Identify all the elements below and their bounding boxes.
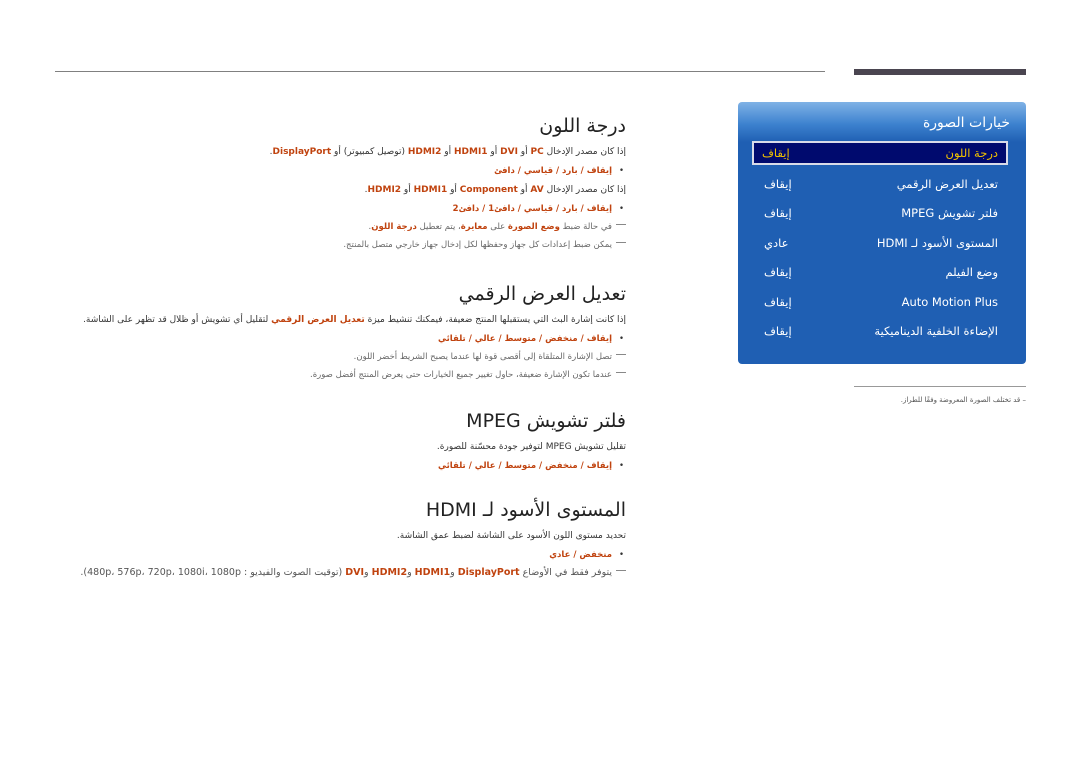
menu-item-dynamic-backlight[interactable]: إيقاف الإضاءة الخلفية الديناميكية <box>754 320 1008 342</box>
paragraph: تحديد مستوى اللون الأسود على الشاشة لضبط… <box>396 531 626 541</box>
note: في حالة ضبط وضع الصورة على معايرة، يتم ت… <box>66 220 626 234</box>
menu-item-auto-motion-plus[interactable]: إيقاف Auto Motion Plus <box>754 291 1008 313</box>
menu-item-value: إيقاف <box>764 265 792 279</box>
menu-item-value: إيقاف <box>764 206 792 220</box>
menu-item-label: فلتر تشويش MPEG <box>901 206 998 220</box>
header-divider <box>55 71 825 72</box>
option-list: إيقاف / بارد / قياسي / دافئ <box>66 164 626 178</box>
note: يتوفر فقط في الأوضاع DisplayPort وHDMI1 … <box>66 566 626 580</box>
menu-item-value: إيقاف <box>764 177 792 191</box>
model-note: – قد تختلف الصورة المعروضة وفقًا للطراز. <box>900 396 1026 404</box>
picture-options-menu: خيارات الصورة إيقاف درجة اللون إيقاف تعد… <box>738 102 1026 364</box>
option-list: إيقاف / منخفض / متوسط / عالي / تلقائي <box>66 459 626 473</box>
menu-item-label: المستوى الأسود لـ HDMI <box>876 236 998 250</box>
paragraph: إذا كان مصدر الإدخال PC أو DVI أو HDMI1 … <box>269 147 626 157</box>
menu-item-mpeg-noise-filter[interactable]: إيقاف فلتر تشويش MPEG <box>754 202 1008 224</box>
note: يمكن ضبط إعدادات كل جهاز وحفظها لكل إدخا… <box>66 238 626 252</box>
option-list: إيقاف / بارد / قياسي / دافئ1 / دافئ2 <box>66 202 626 216</box>
menu-item-label: Auto Motion Plus <box>901 295 998 309</box>
note: تصل الإشارة المتلقاة إلى أقصى قوة لها عن… <box>66 350 626 364</box>
section-title: درجة اللون <box>539 115 626 137</box>
menu-item-value: إيقاف <box>762 146 790 160</box>
section-title: المستوى الأسود لـ HDMI <box>425 499 626 521</box>
header-bar <box>854 69 1026 75</box>
section-mpeg-noise-filter: فلتر تشويش MPEG تقليل تشويش MPEG لتوفير … <box>66 410 626 473</box>
menu-item-digital-clean-view[interactable]: إيقاف تعديل العرض الرقمي <box>754 173 1008 195</box>
section-title: فلتر تشويش MPEG <box>466 410 626 432</box>
menu-item-value: عادي <box>764 236 789 250</box>
section-hdmi-black-level: المستوى الأسود لـ HDMI تحديد مستوى اللون… <box>66 499 626 580</box>
note: عندما تكون الإشارة ضعيفة، حاول تغيير جمي… <box>66 368 626 382</box>
option-list: منخفض / عادي <box>66 548 626 562</box>
menu-item-hdmi-black-level[interactable]: عادي المستوى الأسود لـ HDMI <box>754 232 1008 254</box>
menu-item-label: درجة اللون <box>945 146 999 160</box>
menu-item-label: تعديل العرض الرقمي <box>896 177 998 191</box>
menu-item-film-mode[interactable]: إيقاف وضع الفيلم <box>754 261 1008 283</box>
menu-item-value: إيقاف <box>764 295 792 309</box>
menu-item-value: إيقاف <box>764 324 792 338</box>
note-divider <box>854 386 1026 387</box>
section-color-tone: درجة اللون إذا كان مصدر الإدخال PC أو DV… <box>66 115 626 252</box>
menu-title: خيارات الصورة <box>922 115 1010 131</box>
paragraph: إذا كانت إشارة البث التي يستقبلها المنتج… <box>83 315 626 325</box>
paragraph: إذا كان مصدر الإدخال AV أو Component أو … <box>364 185 626 195</box>
menu-item-color-tone[interactable]: إيقاف درجة اللون <box>752 141 1008 165</box>
paragraph: تقليل تشويش MPEG لتوفير جودة محسّنة للصو… <box>436 442 626 452</box>
section-digital-clean-view: تعديل العرض الرقمي إذا كانت إشارة البث ا… <box>66 283 626 382</box>
menu-item-label: وضع الفيلم <box>945 265 998 279</box>
option-list: إيقاف / منخفض / متوسط / عالي / تلقائي <box>66 332 626 346</box>
menu-item-label: الإضاءة الخلفية الديناميكية <box>874 324 998 338</box>
section-title: تعديل العرض الرقمي <box>458 283 626 305</box>
